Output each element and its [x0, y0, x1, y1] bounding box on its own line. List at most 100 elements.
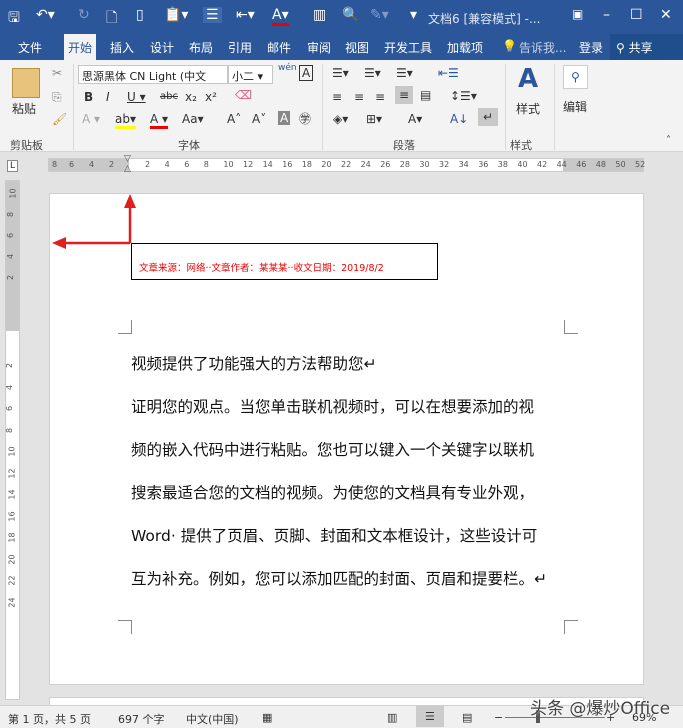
bullets-icon[interactable]: ☰▾	[332, 66, 349, 80]
source-textbox[interactable]: 文章来源：网络··文章作者：某某某··收文日期：2019/8/2	[131, 243, 438, 280]
multilevel-list-icon[interactable]: ☰▾	[396, 66, 413, 80]
cut-icon[interactable]: ✂	[52, 66, 62, 80]
grow-font-icon[interactable]: A˄	[227, 112, 241, 126]
styles-button[interactable]: 样式	[516, 100, 540, 117]
borders-icon[interactable]: ⊞▾	[366, 112, 382, 126]
ruler-tick: 4	[6, 253, 16, 260]
horizontal-ruler[interactable]: 8 6 4 2 2 4 6 8 10 12 14 16 18 20 22 24 26 28 30 32 34 36…	[48, 158, 645, 172]
body-line: 视频提供了功能强大的方法帮助您↵	[131, 355, 377, 373]
save-icon[interactable]: 🖫	[8, 7, 20, 31]
align-left-icon[interactable]: ≡	[332, 90, 342, 104]
font-color-button[interactable]: A ▾	[150, 112, 169, 129]
distributed-icon[interactable]: ▤	[420, 88, 431, 102]
tab-developer[interactable]: 开发工具	[384, 39, 432, 56]
char-border-icon[interactable]: A	[299, 65, 314, 81]
align-center-icon[interactable]: ≡	[354, 90, 364, 104]
web-layout-icon[interactable]: ▤	[462, 711, 472, 724]
tab-layout[interactable]: 布局	[189, 39, 213, 56]
login-link[interactable]: 登录	[579, 39, 603, 56]
read-mode-icon[interactable]: ▥	[387, 711, 397, 724]
tab-view[interactable]: 视图	[345, 39, 369, 56]
shading-icon[interactable]: ◈▾	[333, 112, 348, 126]
tell-me-input[interactable]: 告诉我...	[519, 39, 566, 56]
asian-layout-icon[interactable]: A▾	[408, 112, 422, 126]
macro-icon[interactable]: ▦	[262, 711, 272, 724]
tab-insert[interactable]: 插入	[110, 39, 134, 56]
print-preview-icon[interactable]: 🗋	[106, 7, 117, 31]
phonetic-guide-icon[interactable]: wén	[278, 63, 297, 73]
tab-selector[interactable]: L	[7, 160, 19, 172]
text-effects-icon[interactable]: A ▾	[82, 112, 100, 126]
numbering-icon[interactable]: ☰▾	[364, 66, 381, 80]
change-case-button[interactable]: Aa▾	[182, 112, 204, 126]
tab-home[interactable]: 开始	[64, 34, 97, 60]
zoom-out-button[interactable]: −	[494, 711, 503, 724]
font-color-icon[interactable]: A▾	[272, 7, 289, 26]
share-label: 共享	[628, 41, 653, 55]
shrink-font-icon[interactable]: A˅	[252, 112, 266, 126]
show-marks-icon[interactable]: ↵	[478, 108, 499, 126]
strikethrough-button[interactable]: abc	[160, 91, 178, 102]
draw-icon[interactable]: ✎▾	[370, 7, 389, 23]
paste-button[interactable]: 粘贴	[12, 100, 36, 117]
undo-icon[interactable]: ↶▾	[36, 7, 55, 23]
decrease-indent-icon[interactable]: ⇤☰	[438, 66, 459, 80]
minimize-button[interactable]: –	[603, 7, 610, 23]
body-line: 互为补充。例如，您可以添加匹配的封面、页眉和提要栏。↵	[131, 570, 547, 588]
group-paragraph: 段落	[393, 139, 415, 152]
body-line: 频的嵌入代码中进行粘贴。您也可以键入一个关键字以联机	[131, 441, 535, 459]
ruler-tick: 20	[321, 160, 332, 169]
layout-icon[interactable]: ☰	[203, 7, 222, 23]
maximize-button[interactable]: ☐	[630, 7, 643, 23]
font-size-value: 小二	[232, 70, 254, 83]
bold-button[interactable]: B	[84, 90, 93, 104]
indent-marker[interactable]: ▽ △	[124, 154, 131, 174]
vertical-ruler[interactable]: 10 8 6 4 2 2 4 6 8 10 12 14 16 18 20 22 24	[5, 180, 20, 700]
tab-review[interactable]: 审阅	[307, 39, 331, 56]
char-shading-icon[interactable]: A	[278, 111, 291, 125]
ruler-tick: 44	[556, 160, 567, 169]
collapse-ribbon-icon[interactable]: ˄	[666, 135, 671, 146]
line-spacing-icon[interactable]: ↕☰▾	[450, 89, 477, 103]
tab-design[interactable]: 设计	[150, 39, 174, 56]
ruler-tick: 24	[360, 160, 371, 169]
tab-addins[interactable]: 加载项	[447, 39, 483, 56]
columns-icon[interactable]: ▥	[313, 7, 326, 23]
redo-icon[interactable]: ↻	[78, 7, 90, 23]
tab-references[interactable]: 引用	[228, 39, 252, 56]
ruler-tick: 6	[6, 232, 16, 239]
font-name-select[interactable]: 思源黑体 CN Light (中文	[78, 65, 228, 84]
paste-icon[interactable]: 📋▾	[164, 7, 188, 23]
align-right-icon[interactable]: ≡	[375, 90, 385, 104]
edit-button[interactable]: 编辑	[563, 98, 587, 115]
tab-file[interactable]: 文件	[18, 39, 42, 56]
customize-icon[interactable]: ▾	[410, 7, 417, 23]
paste-icon[interactable]	[12, 68, 40, 98]
ribbon-display-icon[interactable]: ▣	[572, 7, 583, 21]
word-count[interactable]: 697 个字	[118, 711, 165, 727]
italic-button[interactable]: I	[106, 90, 110, 104]
new-icon[interactable]: ▯	[136, 7, 144, 23]
search-icon[interactable]: ⚲	[563, 65, 588, 89]
enclose-char-icon[interactable]: ㊫	[299, 110, 311, 127]
tab-mailings[interactable]: 邮件	[267, 39, 291, 56]
subscript-button[interactable]: x₂	[185, 90, 197, 104]
justify-icon[interactable]: ≡	[395, 86, 414, 104]
superscript-button[interactable]: x²	[205, 90, 217, 104]
language[interactable]: 中文(中国)	[186, 711, 239, 727]
format-painter-icon[interactable]: 🖌	[52, 112, 67, 126]
styles-icon[interactable]: A	[518, 64, 538, 94]
print-layout-icon[interactable]: ☰	[416, 706, 444, 727]
font-size-select[interactable]: 小二 ▾	[228, 65, 273, 84]
copy-icon[interactable]: ⎘	[52, 90, 62, 105]
ruler-tick: 10	[8, 188, 18, 199]
align-icon[interactable]: ⇤▾	[236, 7, 255, 23]
find-icon[interactable]: 🔍	[342, 7, 359, 23]
underline-button[interactable]: U ▾	[127, 90, 146, 104]
share-button[interactable]: ⚲ 共享	[610, 34, 683, 60]
clear-format-icon[interactable]: ⌫	[235, 88, 252, 102]
highlight-icon[interactable]: ab▾	[115, 112, 136, 129]
sort-icon[interactable]: A↓	[450, 112, 468, 126]
close-button[interactable]: ✕	[660, 7, 672, 23]
page-count[interactable]: 第 1 页，共 5 页	[8, 711, 91, 727]
